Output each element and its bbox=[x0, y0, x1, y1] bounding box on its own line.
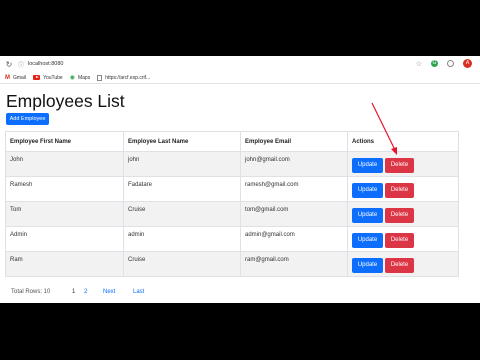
annotation-arrow-line bbox=[371, 102, 396, 151]
annotation-arrow bbox=[371, 102, 397, 155]
browser-viewport: ↻ ⓘ localhost:8080 ☆ G A M Gmail YouTube… bbox=[0, 56, 480, 303]
annotation-arrow-head bbox=[391, 147, 397, 155]
